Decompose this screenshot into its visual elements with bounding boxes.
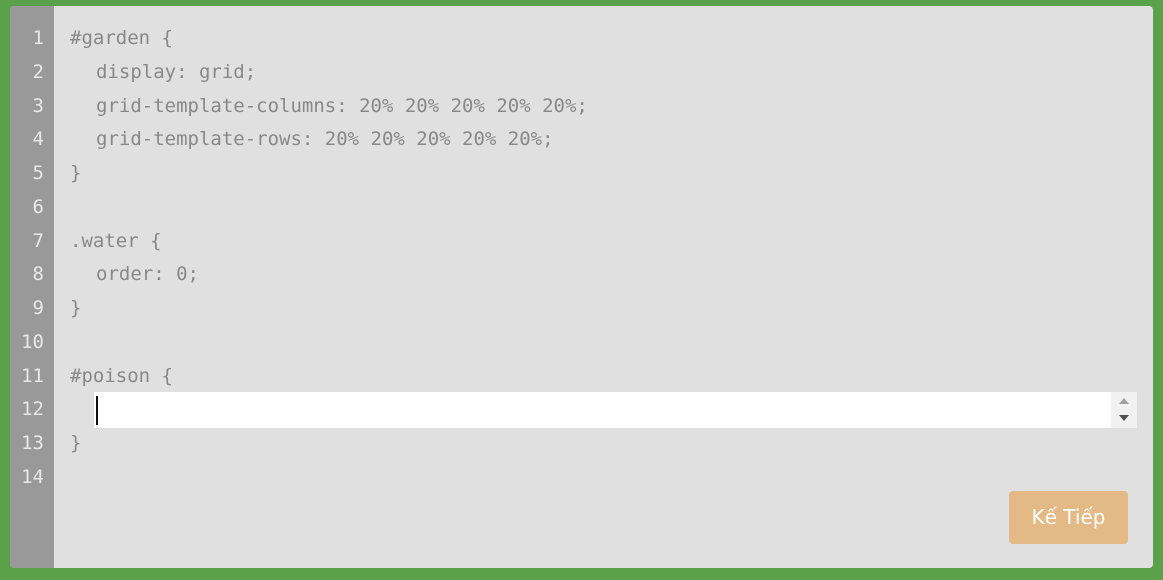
code-line: .water { <box>70 230 162 252</box>
line-number: 12 <box>21 398 44 420</box>
code-line: } <box>70 432 82 454</box>
line-number: 3 <box>32 95 44 117</box>
code-line: grid-template-columns: 20% 20% 20% 20% 2… <box>96 95 588 117</box>
line-number: 14 <box>21 466 44 488</box>
next-button[interactable]: Kế Tiếp <box>1009 491 1128 544</box>
css-input[interactable] <box>94 392 1111 428</box>
line-number: 11 <box>21 365 44 387</box>
scroll-down-icon[interactable] <box>1119 415 1129 421</box>
code-line: #poison { <box>70 365 173 387</box>
line-number: 10 <box>21 331 44 353</box>
line-number: 7 <box>32 230 44 252</box>
code-line: display: grid; <box>96 61 257 83</box>
input-scrollbar[interactable] <box>1111 392 1137 428</box>
css-input-row <box>94 392 1137 428</box>
line-number: 13 <box>21 432 44 454</box>
line-number: 5 <box>32 162 44 184</box>
line-number: 6 <box>32 196 44 218</box>
code-line: } <box>70 297 82 319</box>
text-caret <box>96 396 98 425</box>
code-editor: 1 2 3 4 5 6 7 8 9 10 11 12 13 14 #garden… <box>10 6 1153 568</box>
code-line: #garden { <box>70 27 173 49</box>
code-line: } <box>70 162 82 184</box>
line-number: 4 <box>32 128 44 150</box>
code-line: order: 0; <box>96 263 199 285</box>
line-number: 2 <box>32 61 44 83</box>
scroll-up-icon[interactable] <box>1119 398 1129 404</box>
line-number: 9 <box>32 297 44 319</box>
code-line: grid-template-rows: 20% 20% 20% 20% 20%; <box>96 128 554 150</box>
line-number-gutter: 1 2 3 4 5 6 7 8 9 10 11 12 13 14 <box>10 6 54 568</box>
line-number: 1 <box>32 27 44 49</box>
line-number: 8 <box>32 263 44 285</box>
